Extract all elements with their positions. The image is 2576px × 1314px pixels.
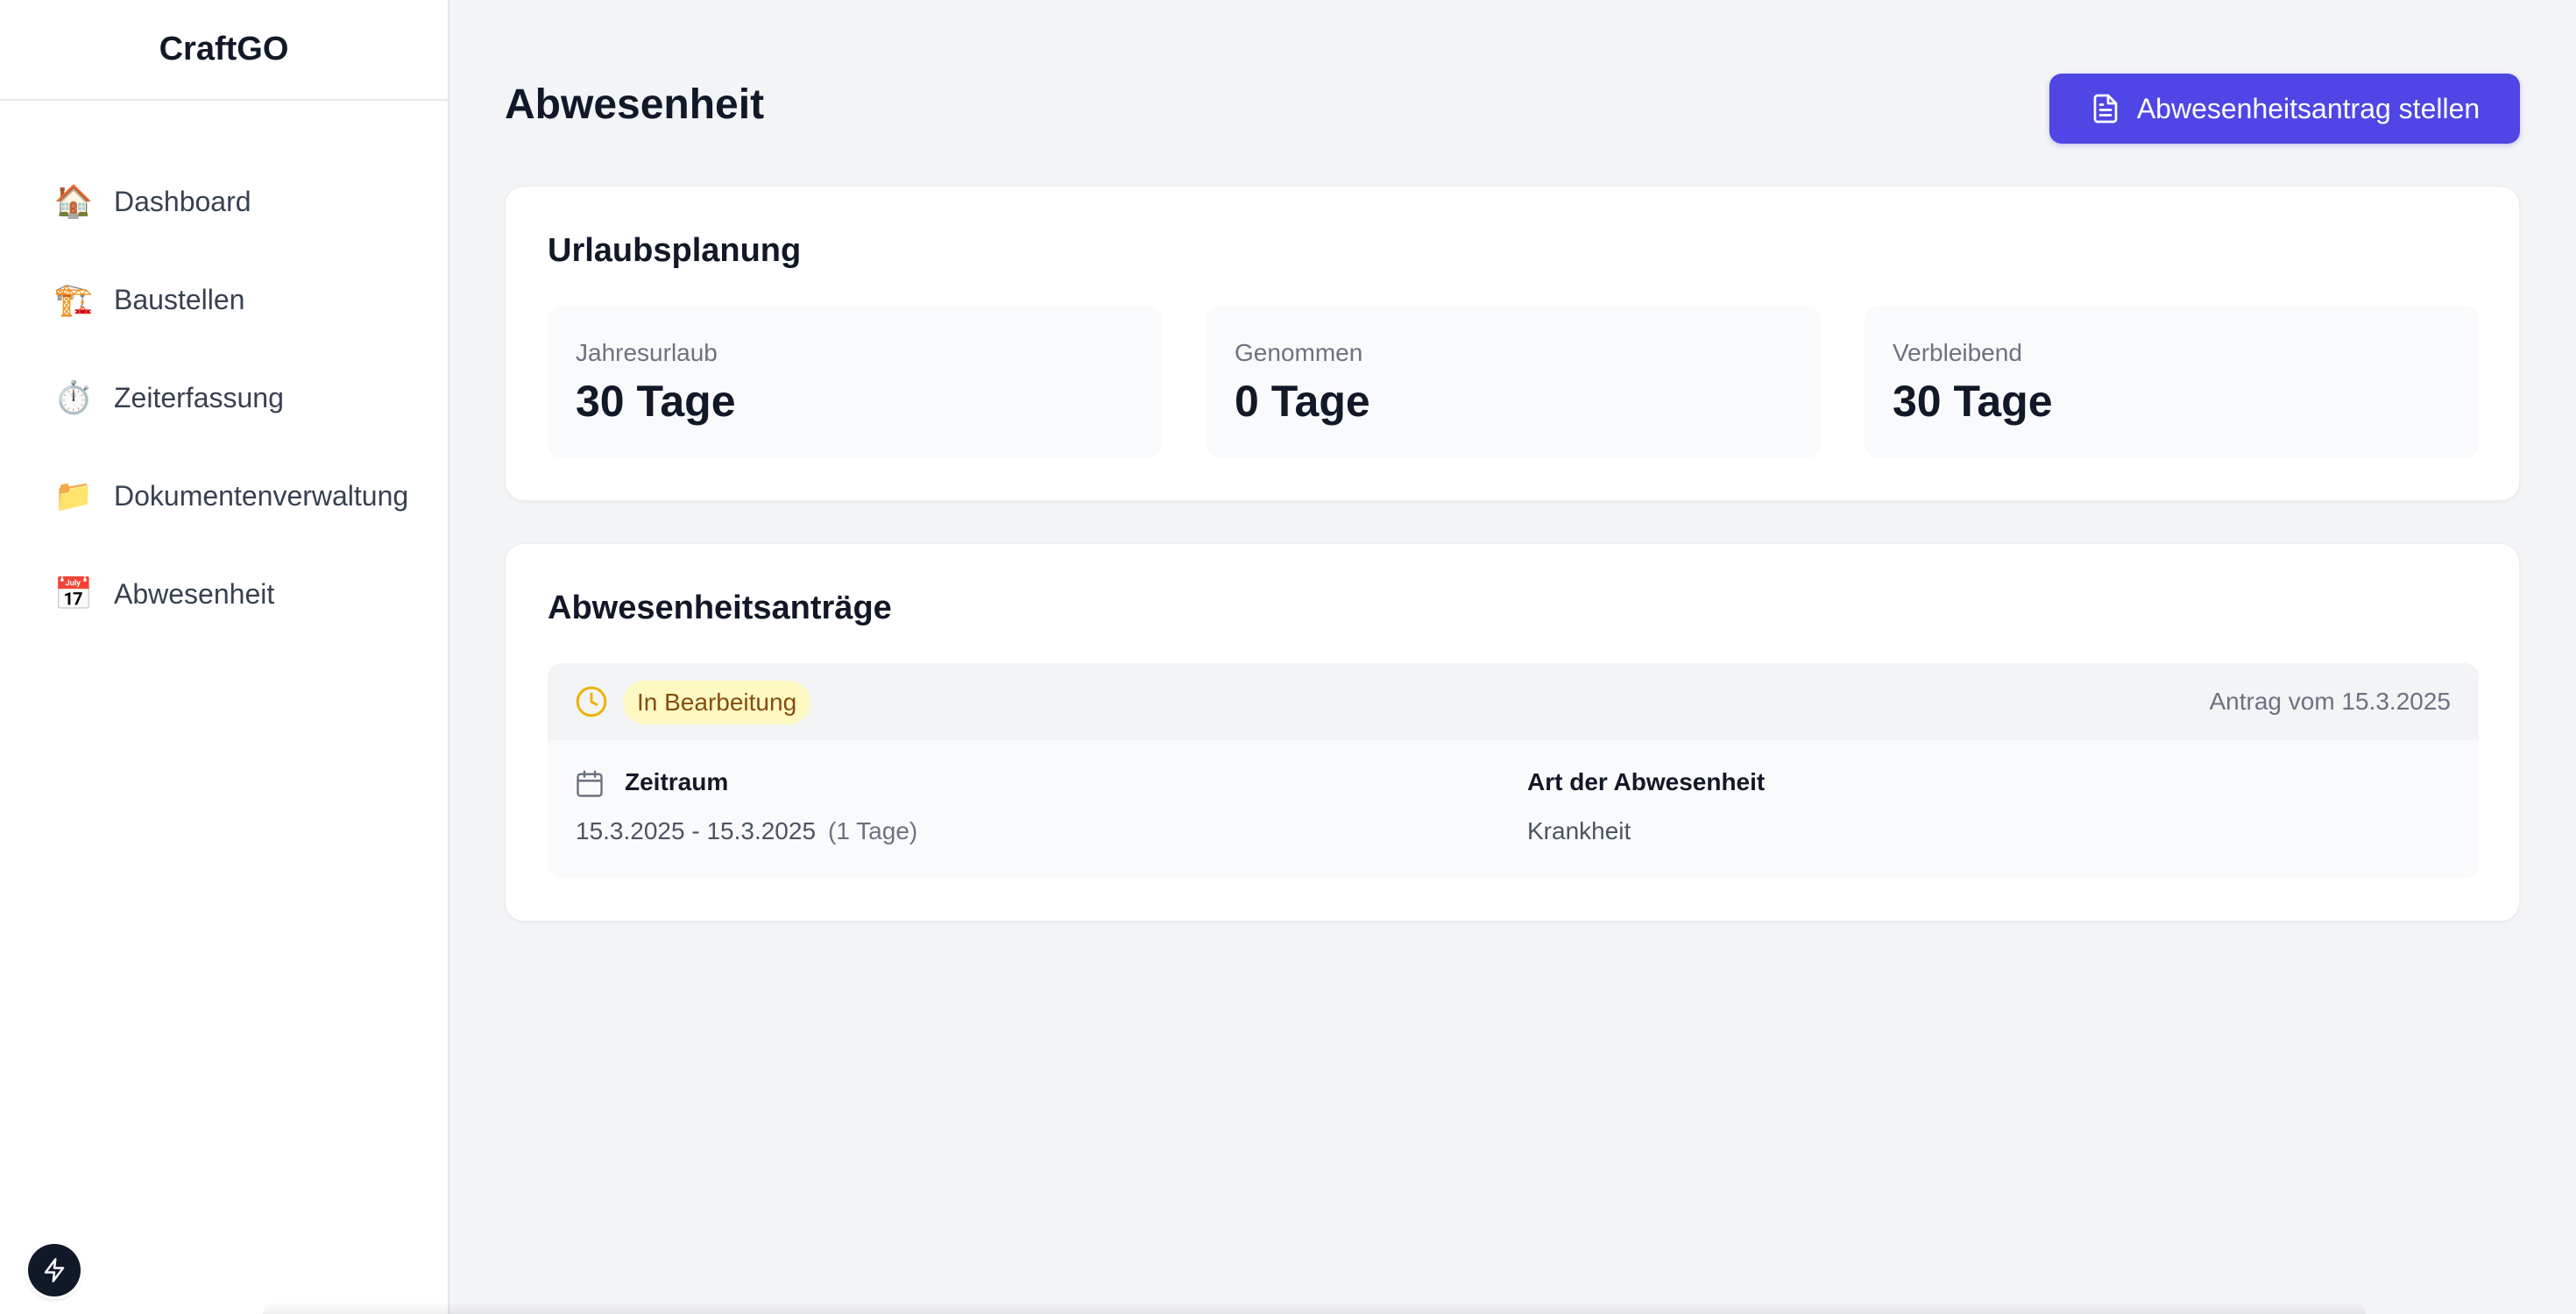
calendar-icon bbox=[577, 770, 603, 797]
request-header: In Bearbeitung Antrag vom 15.3.2025 bbox=[548, 663, 2479, 740]
new-absence-request-button[interactable]: Abwesenheitsantrag stellen bbox=[2049, 74, 2520, 144]
vacation-planning-title: Urlaubsplanung bbox=[548, 232, 802, 269]
sidebar-nav: 🏠 Dashboard 🏗️ Baustellen ⏱️ Zeiterfassu… bbox=[0, 166, 448, 657]
stat-remaining: Verbleibend 30 Tage bbox=[1865, 306, 2479, 458]
sidebar-item-label: Dashboard bbox=[114, 185, 251, 217]
dev-tools-button[interactable] bbox=[28, 1244, 81, 1296]
stat-label: Jahresurlaub bbox=[576, 339, 718, 366]
sidebar-item-abwesenheit[interactable]: 📅 Abwesenheit bbox=[0, 559, 448, 629]
clock-icon bbox=[576, 686, 607, 717]
sidebar-item-label: Abwesenheit bbox=[114, 577, 275, 610]
construction-crane-icon: 🏗️ bbox=[53, 281, 94, 317]
sidebar-item-baustellen[interactable]: 🏗️ Baustellen bbox=[0, 265, 448, 335]
sidebar: CraftGO 🏠 Dashboard 🏗️ Baustellen ⏱️ Zei… bbox=[0, 0, 449, 1314]
sidebar-item-label: Dokumentenverwaltung bbox=[114, 479, 409, 512]
period-days: (1 Tage) bbox=[828, 817, 918, 844]
new-absence-request-label: Abwesenheitsantrag stellen bbox=[2136, 92, 2480, 124]
stat-taken: Genommen 0 Tage bbox=[1207, 306, 1821, 458]
document-icon bbox=[2090, 93, 2121, 124]
vacation-planning-card: Urlaubsplanung Jahresurlaub 30 Tage Geno… bbox=[505, 186, 2520, 501]
stat-annual-leave: Jahresurlaub 30 Tage bbox=[548, 306, 1162, 458]
house-icon: 🏠 bbox=[53, 183, 94, 219]
period-value: 15.3.2025 - 15.3.2025 (1 Tage) bbox=[576, 817, 917, 845]
bottom-shadow bbox=[263, 1302, 2366, 1314]
status-badge: In Bearbeitung bbox=[623, 681, 811, 724]
calendar-icon: 📅 bbox=[53, 576, 94, 611]
stat-value: 0 Tage bbox=[1235, 377, 1370, 426]
brand-logo[interactable]: CraftGO bbox=[0, 0, 448, 101]
stat-label: Genommen bbox=[1235, 339, 1363, 366]
absence-type-label: Art der Abwesenheit bbox=[1527, 768, 1766, 795]
lightning-bolt-icon bbox=[44, 1258, 65, 1282]
request-submitted-date: Antrag vom 15.3.2025 bbox=[2209, 688, 2451, 715]
folder-icon: 📁 bbox=[53, 477, 94, 513]
stat-value: 30 Tage bbox=[576, 377, 736, 426]
absence-request-item[interactable]: In Bearbeitung Antrag vom 15.3.2025 Zeit… bbox=[548, 663, 2479, 879]
sidebar-item-label: Baustellen bbox=[114, 283, 245, 315]
period-label: Zeitraum bbox=[625, 768, 729, 795]
stat-label: Verbleibend bbox=[1893, 339, 2022, 366]
stat-value: 30 Tage bbox=[1893, 377, 2053, 426]
stopwatch-icon: ⏱️ bbox=[53, 379, 94, 415]
sidebar-item-label: Zeiterfassung bbox=[114, 381, 284, 413]
app-root: CraftGO 🏠 Dashboard 🏗️ Baustellen ⏱️ Zei… bbox=[0, 0, 2576, 1314]
absence-requests-title: Abwesenheitsanträge bbox=[548, 590, 892, 626]
period-dates: 15.3.2025 - 15.3.2025 bbox=[576, 817, 817, 844]
sidebar-item-dokumentenverwaltung[interactable]: 📁 Dokumentenverwaltung bbox=[0, 461, 448, 531]
sidebar-item-zeiterfassung[interactable]: ⏱️ Zeiterfassung bbox=[0, 363, 448, 433]
page-title: Abwesenheit bbox=[505, 81, 765, 128]
absence-requests-card: Abwesenheitsanträge In Bearbeitung Antra… bbox=[505, 543, 2520, 922]
absence-type-value: Krankheit bbox=[1527, 817, 1631, 844]
sidebar-item-dashboard[interactable]: 🏠 Dashboard bbox=[0, 166, 448, 237]
